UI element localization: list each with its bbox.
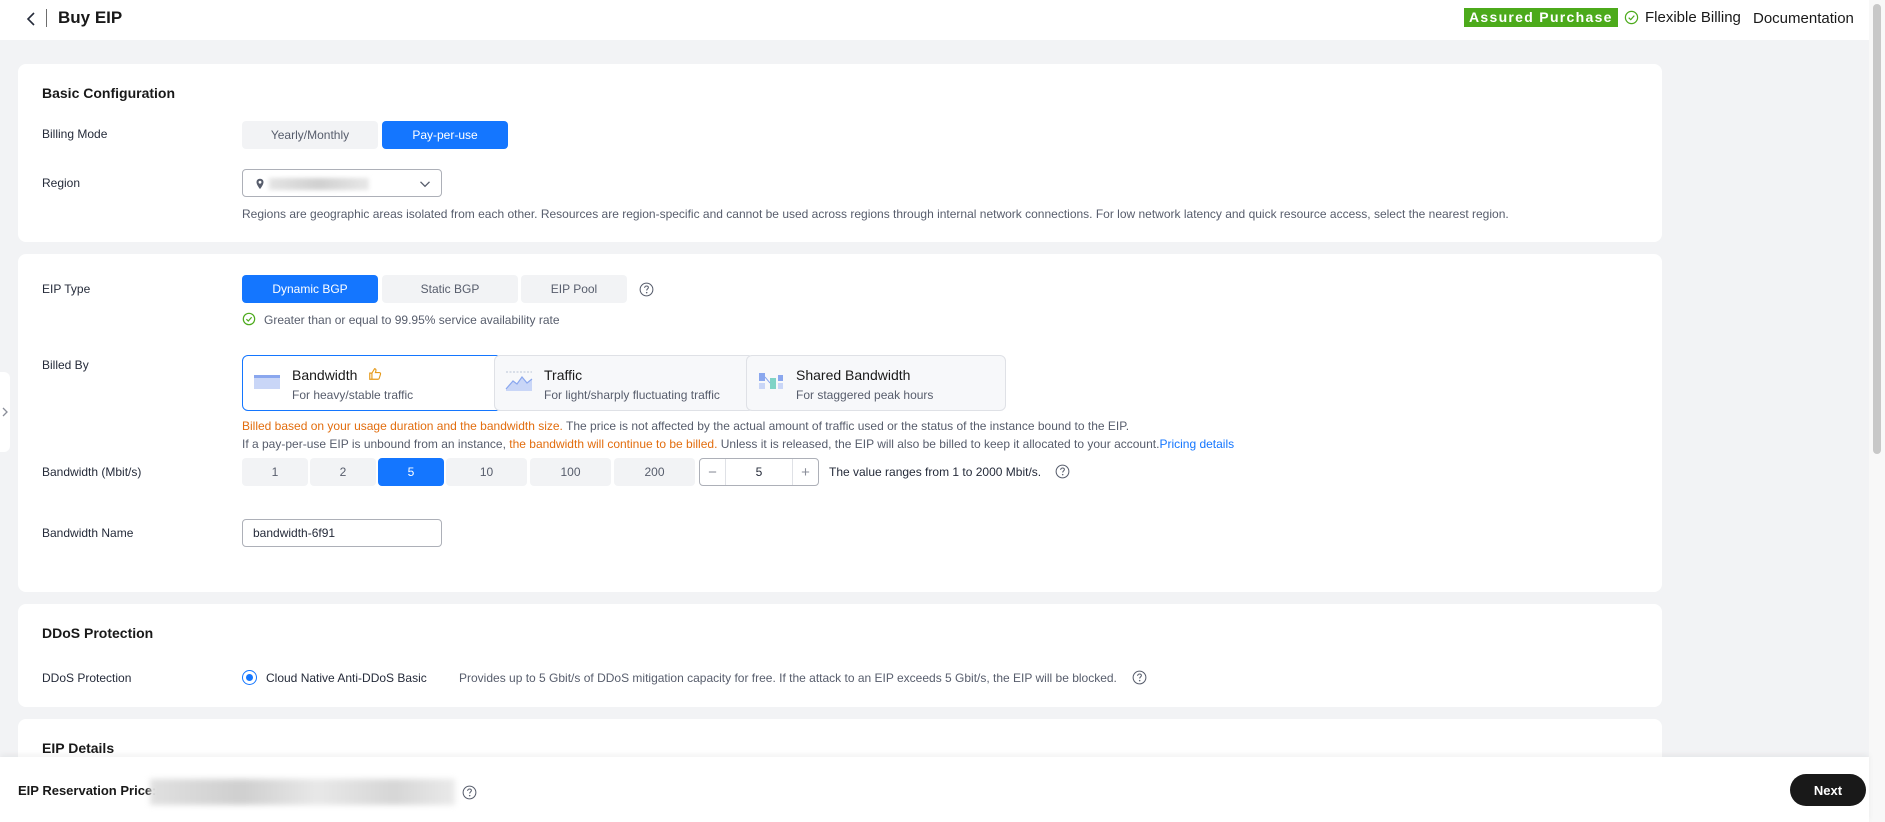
- billing-mode-pay-per-use[interactable]: Pay-per-use: [382, 121, 508, 149]
- eip-details-title: EIP Details: [42, 740, 115, 756]
- chevron-down-icon: [420, 181, 430, 188]
- eip-configuration-panel: EIP Type Dynamic BGP Static BGP EIP Pool…: [18, 254, 1662, 592]
- ddos-protection-panel: DDoS Protection DDoS Protection Cloud Na…: [18, 604, 1662, 707]
- bandwidth-option-200[interactable]: 200: [614, 458, 695, 486]
- assured-purchase-badge: Assured Purchase: [1464, 8, 1618, 27]
- region-value-redacted: [269, 178, 369, 190]
- bandwidth-option-10[interactable]: 10: [446, 458, 527, 486]
- sidebar-expand-handle[interactable]: [0, 372, 10, 452]
- vertical-scrollbar[interactable]: [1869, 0, 1885, 822]
- region-label: Region: [42, 176, 81, 190]
- billed-by-label: Billed By: [42, 358, 89, 372]
- traffic-card-title: Traffic: [544, 367, 583, 383]
- billing-note-text: Unless it is released, the EIP will also…: [717, 437, 1160, 451]
- back-arrow-icon[interactable]: [24, 10, 40, 28]
- bandwidth-option-5[interactable]: 5: [378, 458, 444, 486]
- billing-mode-yearly-monthly[interactable]: Yearly/Monthly: [242, 121, 378, 149]
- bandwidth-name-input[interactable]: [242, 519, 442, 547]
- help-icon[interactable]: [1055, 464, 1070, 479]
- eip-type-static-bgp[interactable]: Static BGP: [382, 275, 518, 303]
- traffic-card-subtitle: For light/sharply fluctuating traffic: [544, 388, 720, 402]
- check-circle-icon: [1624, 10, 1639, 25]
- page-header: Buy EIP Assured Purchase Flexible Billin…: [0, 0, 1885, 40]
- billed-by-bandwidth-card[interactable]: Bandwidth For heavy/stable traffic: [242, 355, 502, 411]
- bandwidth-option-2[interactable]: 2: [310, 458, 376, 486]
- basic-configuration-title: Basic Configuration: [42, 85, 176, 101]
- region-select[interactable]: [242, 169, 442, 197]
- eip-type-eip-pool[interactable]: EIP Pool: [521, 275, 627, 303]
- flexible-billing-link[interactable]: Flexible Billing: [1624, 9, 1741, 26]
- chevron-right-icon: [2, 407, 8, 417]
- bandwidth-card-title: Bandwidth: [292, 367, 358, 383]
- help-icon[interactable]: [462, 785, 477, 800]
- bandwidth-icon: [254, 375, 280, 389]
- billed-by-traffic-card[interactable]: Traffic For light/sharply fluctuating tr…: [494, 355, 754, 411]
- region-hint: Regions are geographic areas isolated fr…: [242, 207, 1509, 221]
- billing-note-emphasis: Billed based on your usage duration and …: [242, 419, 563, 433]
- ddos-protection-label: DDoS Protection: [42, 671, 132, 685]
- ddos-protection-title: DDoS Protection: [42, 625, 154, 641]
- bandwidth-name-label: Bandwidth Name: [42, 526, 134, 540]
- header-divider: [46, 9, 47, 27]
- bandwidth-label: Bandwidth (Mbit/s): [42, 465, 142, 479]
- eip-type-dynamic-bgp[interactable]: Dynamic BGP: [242, 275, 378, 303]
- billing-note-line-2: If a pay-per-use EIP is unbound from an …: [242, 437, 1234, 451]
- pricing-details-link[interactable]: Pricing details: [1159, 437, 1234, 451]
- basic-configuration-panel: Basic Configuration Billing Mode Yearly/…: [18, 64, 1662, 242]
- billing-note-text: The price is not affected by the actual …: [562, 419, 1130, 433]
- bandwidth-card-subtitle: For heavy/stable traffic: [292, 388, 414, 402]
- billing-mode-label: Billing Mode: [42, 127, 108, 141]
- thumbs-up-icon: [369, 368, 382, 380]
- bandwidth-stepper: − +: [699, 458, 819, 486]
- ddos-option-label: Cloud Native Anti-DDoS Basic: [266, 671, 427, 685]
- bandwidth-option-100[interactable]: 100: [530, 458, 611, 486]
- bandwidth-value-input[interactable]: [726, 459, 792, 485]
- billing-note-emphasis: the bandwidth will continue to be billed…: [509, 437, 718, 451]
- ddos-basic-radio[interactable]: [242, 670, 257, 685]
- billing-note-text: If a pay-per-use EIP is unbound from an …: [242, 437, 510, 451]
- billed-by-shared-bandwidth-card[interactable]: Shared Bandwidth For staggered peak hour…: [746, 355, 1006, 411]
- decrement-button[interactable]: −: [700, 459, 726, 485]
- scrollbar-thumb[interactable]: [1873, 4, 1881, 454]
- ddos-description: Provides up to 5 Gbit/s of DDoS mitigati…: [459, 671, 1117, 685]
- shared-bandwidth-icon: [759, 373, 783, 389]
- bandwidth-range-hint: The value ranges from 1 to 2000 Mbit/s.: [829, 465, 1042, 479]
- help-icon[interactable]: [1132, 670, 1147, 685]
- page-title: Buy EIP: [58, 8, 123, 27]
- documentation-link[interactable]: Documentation: [1753, 10, 1854, 27]
- price-value-redacted: [150, 779, 455, 805]
- check-circle-icon: [242, 312, 256, 326]
- price-footer: EIP Reservation Price: Next: [0, 757, 1869, 822]
- traffic-icon: [505, 371, 533, 391]
- next-button[interactable]: Next: [1790, 774, 1866, 806]
- billing-note-line-1: Billed based on your usage duration and …: [242, 419, 1129, 433]
- eip-type-label: EIP Type: [42, 282, 91, 296]
- price-label: EIP Reservation Price:: [18, 783, 157, 798]
- increment-button[interactable]: +: [792, 459, 818, 485]
- availability-note: Greater than or equal to 99.95% service …: [264, 313, 560, 327]
- shared-bandwidth-card-title: Shared Bandwidth: [796, 367, 911, 383]
- help-icon[interactable]: [639, 282, 654, 297]
- bandwidth-option-1[interactable]: 1: [242, 458, 308, 486]
- location-pin-icon: [256, 178, 264, 189]
- shared-bandwidth-card-subtitle: For staggered peak hours: [796, 388, 934, 402]
- flexible-billing-label: Flexible Billing: [1645, 9, 1741, 26]
